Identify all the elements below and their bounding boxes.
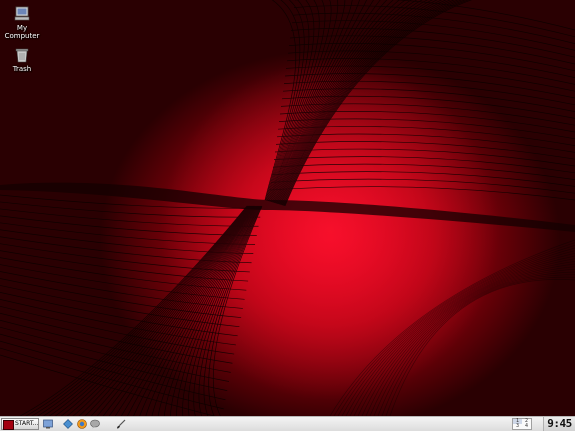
browser-icon[interactable] <box>77 419 87 429</box>
desktop-icon-label: My <box>16 24 28 32</box>
brush-icon[interactable] <box>116 419 126 429</box>
clock[interactable]: 9:45 <box>543 417 575 431</box>
start-label: START... <box>15 420 39 427</box>
start-logo-icon <box>3 420 14 430</box>
desktop-icon-label: Computer <box>4 32 40 40</box>
pager-desktop-3[interactable]: 3 <box>513 424 522 429</box>
desktop-icon-my-computer[interactable]: My Computer <box>0 6 44 40</box>
pager-desktop-4[interactable]: 4 <box>522 424 531 429</box>
wallpaper <box>0 0 575 416</box>
start-button[interactable]: START... <box>1 418 39 430</box>
desktop-icon-trash[interactable]: Trash <box>0 47 44 73</box>
show-desktop-icon[interactable] <box>43 419 53 429</box>
desktop-icon-label: Trash <box>12 65 32 73</box>
desktop-pager[interactable]: 1 2 3 4 <box>512 418 532 430</box>
desktop[interactable]: My Computer Trash <box>0 0 575 416</box>
network-icon[interactable] <box>63 419 73 429</box>
trash-icon <box>15 48 29 63</box>
taskbar: START... 1 2 3 4 9:45 <box>0 416 575 431</box>
computer-icon <box>14 6 30 21</box>
chat-icon[interactable] <box>90 419 100 429</box>
